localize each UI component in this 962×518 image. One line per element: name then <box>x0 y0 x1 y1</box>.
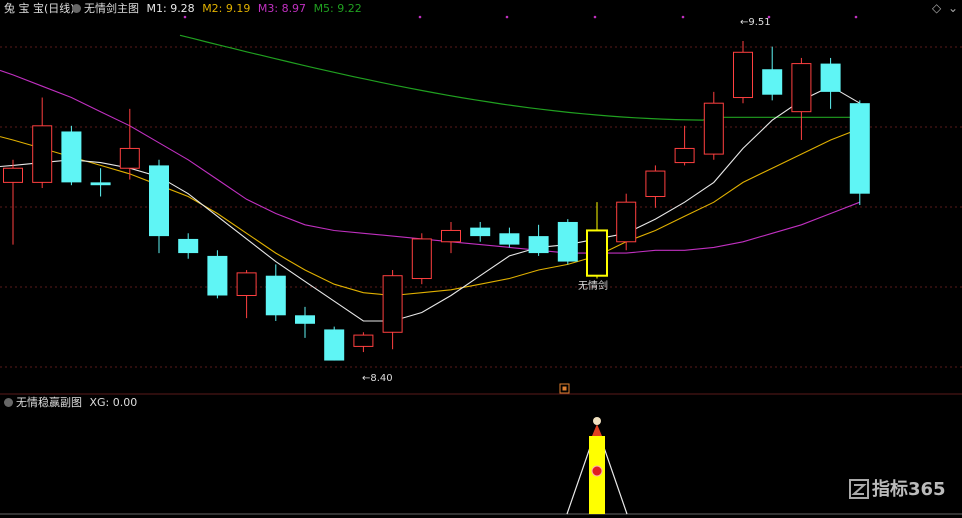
candle <box>207 250 228 299</box>
signal-candle-body <box>586 229 608 277</box>
candle <box>411 233 432 285</box>
m2-value: M2: 9.19 <box>202 2 251 15</box>
chart-canvas[interactable] <box>0 0 962 518</box>
candle <box>3 159 23 245</box>
watermark-text: 指标365 <box>872 479 946 500</box>
signal-label: 无情剑 <box>578 281 608 292</box>
high-price-label: ←9.51 <box>740 17 771 28</box>
candle <box>528 224 549 256</box>
m3-value: M3: 8.97 <box>257 2 307 15</box>
candle-body <box>353 334 374 347</box>
moving-average-lines <box>0 69 861 322</box>
signal-figure-icon <box>592 424 602 436</box>
candle-body <box>441 229 461 243</box>
signal-ball-icon <box>591 465 603 477</box>
marker-dot <box>593 15 597 19</box>
candle <box>791 57 812 140</box>
candle-body <box>119 147 140 169</box>
signal-figure-head <box>593 417 601 425</box>
candle <box>733 40 753 104</box>
candle <box>470 221 491 242</box>
candle-body <box>703 102 724 155</box>
candle-body <box>528 236 549 254</box>
candle-body <box>265 275 286 316</box>
candle <box>849 100 870 205</box>
main-indicator-header[interactable]: 无情剑主图 M1: 9.28 M2: 9.19 M3: 8.97 M5: 9.2… <box>72 2 362 16</box>
candle-body <box>557 221 578 262</box>
m1-value: M1: 9.28 <box>146 2 195 15</box>
candle-body <box>791 63 812 113</box>
indicator-toggle-icon[interactable] <box>72 4 81 13</box>
scroll-marker[interactable] <box>559 383 570 394</box>
candle <box>616 193 637 251</box>
candle <box>90 168 111 197</box>
candle-body <box>674 147 695 164</box>
candle-body <box>470 227 491 237</box>
candle <box>149 159 169 254</box>
candle-body <box>207 255 228 296</box>
candle <box>236 270 257 319</box>
watermark-logo-icon <box>849 479 869 499</box>
marker-dot <box>418 15 422 19</box>
candle <box>703 91 724 160</box>
candle-body <box>762 69 783 95</box>
candle <box>762 46 783 101</box>
candle-body <box>236 272 257 296</box>
main-indicator-name: 无情剑主图 <box>84 2 139 15</box>
candle <box>441 221 461 254</box>
candle <box>178 233 199 259</box>
candle <box>32 97 53 189</box>
candle-body <box>849 103 870 194</box>
candle-body <box>295 315 315 324</box>
candle-body <box>324 329 345 361</box>
candle <box>499 227 520 248</box>
marker-dot <box>854 15 858 19</box>
candle-body <box>3 167 23 183</box>
sub-chart <box>566 417 628 515</box>
candle-body <box>645 170 666 198</box>
candle <box>353 332 374 353</box>
candle <box>324 326 345 361</box>
candle <box>295 306 315 338</box>
sub-indicator-toggle-icon[interactable] <box>4 398 13 407</box>
candle-body <box>90 182 111 186</box>
candle-body <box>733 51 753 99</box>
candle <box>820 57 841 109</box>
candle <box>674 125 695 166</box>
candle <box>119 108 140 180</box>
settings-diamond-icon[interactable]: ◇ <box>932 1 941 15</box>
collapse-chevron-icon[interactable]: ⌄ <box>948 1 958 15</box>
candle <box>61 125 82 186</box>
candle-body <box>499 233 520 245</box>
candle <box>265 264 286 321</box>
candle <box>382 270 403 350</box>
high-price-value: 9.51 <box>748 17 771 28</box>
candlestick-series <box>3 40 870 361</box>
candle-body <box>820 63 841 92</box>
price-grid <box>0 46 962 368</box>
xg-value: XG: 0.00 <box>89 396 138 409</box>
stock-title: 兔 宝 宝(日线) <box>4 2 75 15</box>
marker-dot <box>183 15 187 19</box>
low-price-value: 8.40 <box>370 373 393 384</box>
candle-body <box>411 238 432 280</box>
sub-indicator-name: 无情稳赢副图 <box>16 396 82 409</box>
candle-body <box>178 238 199 254</box>
candle-body <box>616 201 637 243</box>
candle-body <box>382 275 403 333</box>
m5-value: M5: 9.22 <box>313 2 362 15</box>
low-price-label: ←8.40 <box>362 373 393 384</box>
candle-body <box>32 125 53 183</box>
candle <box>645 165 666 208</box>
candle <box>557 219 578 265</box>
marker-dot <box>681 15 685 19</box>
sub-indicator-header[interactable]: 无情稳赢副图 XG: 0.00 <box>4 396 137 410</box>
candle-body <box>61 131 82 183</box>
m1-path <box>0 85 861 322</box>
candle <box>586 202 608 279</box>
candle-body <box>149 165 169 237</box>
marker-dot <box>505 15 509 19</box>
